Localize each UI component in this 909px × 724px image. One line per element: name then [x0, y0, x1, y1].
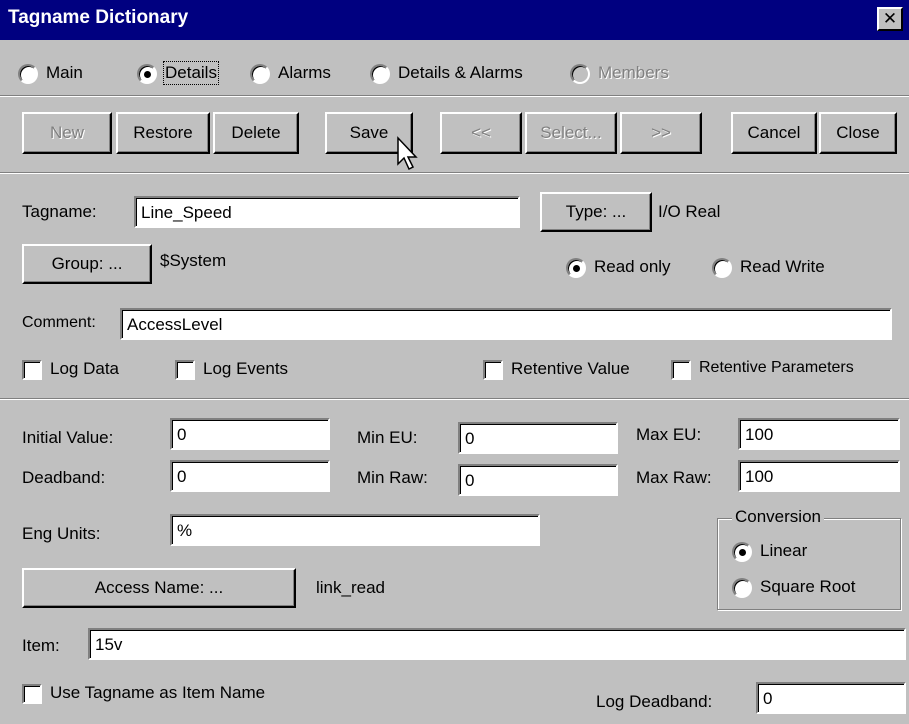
max-raw-input[interactable]: 100 — [738, 460, 900, 492]
deadband-label: Deadband: — [22, 468, 106, 487]
log-data-checkbox[interactable] — [22, 360, 42, 380]
radio-main-label: Main — [46, 63, 83, 82]
type-button[interactable]: Type: ... — [540, 192, 652, 232]
next-button[interactable]: >> — [620, 112, 702, 154]
log-deadband-input[interactable]: 0 — [756, 682, 906, 714]
tagname-dictionary-window: Tagname Dictionary ✕ Main Details Alarms… — [0, 0, 909, 724]
log-data-label: Log Data — [50, 359, 119, 378]
previous-button[interactable]: << — [440, 112, 522, 154]
radio-details-alarms-label: Details & Alarms — [398, 63, 523, 82]
max-eu-label: Max EU: — [636, 425, 702, 444]
access-name-value: link_read — [316, 578, 385, 597]
delete-button[interactable]: Delete — [213, 112, 299, 154]
close-icon: ✕ — [882, 9, 898, 28]
eng-units-input[interactable]: % — [170, 514, 540, 546]
conversion-groupbox-title: Conversion — [732, 507, 824, 527]
radio-read-only[interactable] — [566, 258, 586, 278]
min-eu-input[interactable]: 0 — [458, 422, 618, 454]
tagname-input[interactable]: Line_Speed — [134, 196, 520, 228]
radio-details-alarms[interactable] — [370, 64, 390, 84]
access-name-button[interactable]: Access Name: ... — [22, 568, 296, 608]
retentive-parameters-label: Retentive Parameters — [699, 359, 854, 376]
radio-square-root-label: Square Root — [760, 577, 856, 596]
retentive-value-checkbox[interactable] — [483, 360, 503, 380]
deadband-input[interactable]: 0 — [170, 460, 330, 492]
separator — [0, 95, 909, 97]
item-label: Item: — [22, 636, 60, 655]
mouse-pointer-icon — [397, 136, 418, 171]
group-value: $System — [160, 251, 227, 270]
radio-read-only-label: Read only — [594, 257, 671, 276]
initial-value-label: Initial Value: — [22, 428, 114, 447]
use-tagname-checkbox[interactable] — [22, 684, 42, 704]
select-button[interactable]: Select... — [525, 112, 617, 154]
comment-label: Comment: — [22, 314, 96, 331]
close-button[interactable]: Close — [819, 112, 897, 154]
close-window-button[interactable]: ✕ — [877, 7, 903, 31]
title-bar: Tagname Dictionary ✕ — [0, 0, 909, 40]
max-eu-input[interactable]: 100 — [738, 418, 900, 450]
min-raw-input[interactable]: 0 — [458, 464, 618, 496]
radio-details[interactable] — [137, 64, 157, 84]
new-button[interactable]: New — [22, 112, 112, 154]
radio-details-label: Details — [163, 61, 219, 85]
item-input[interactable]: 15v — [88, 628, 906, 660]
radio-main[interactable] — [18, 64, 38, 84]
retentive-parameters-checkbox[interactable] — [671, 360, 691, 380]
radio-square-root[interactable] — [732, 578, 752, 598]
type-value: I/O Real — [658, 202, 721, 221]
restore-button[interactable]: Restore — [116, 112, 210, 154]
radio-read-write[interactable] — [712, 258, 732, 278]
max-raw-label: Max Raw: — [636, 468, 712, 487]
radio-linear[interactable] — [732, 542, 752, 562]
radio-alarms[interactable] — [250, 64, 270, 84]
tagname-label: Tagname: — [22, 202, 97, 221]
min-eu-label: Min EU: — [357, 428, 418, 447]
radio-read-write-label: Read Write — [740, 257, 825, 276]
separator — [0, 398, 909, 400]
log-deadband-label: Log Deadband: — [596, 692, 713, 711]
separator — [0, 172, 909, 174]
min-raw-label: Min Raw: — [357, 468, 428, 487]
radio-linear-label: Linear — [760, 541, 808, 560]
radio-members[interactable] — [570, 64, 590, 84]
log-events-checkbox[interactable] — [175, 360, 195, 380]
comment-input[interactable]: AccessLevel — [120, 308, 892, 340]
retentive-value-label: Retentive Value — [511, 359, 630, 378]
radio-alarms-label: Alarms — [278, 63, 331, 82]
group-button[interactable]: Group: ... — [22, 244, 152, 284]
eng-units-label: Eng Units: — [22, 524, 101, 543]
use-tagname-label: Use Tagname as Item Name — [50, 683, 266, 702]
cancel-button[interactable]: Cancel — [731, 112, 817, 154]
log-events-label: Log Events — [203, 359, 289, 378]
initial-value-input[interactable]: 0 — [170, 418, 330, 450]
radio-members-label: Members — [598, 63, 669, 82]
window-title: Tagname Dictionary — [8, 7, 189, 28]
